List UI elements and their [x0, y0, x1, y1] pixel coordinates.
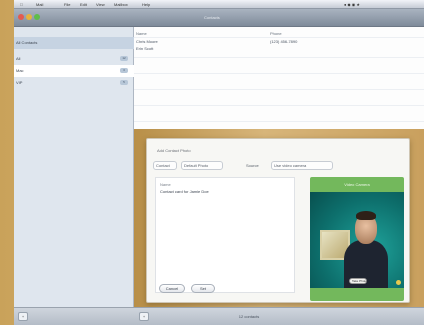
dialog-title: Add Contact Photo — [157, 148, 191, 153]
sidebar-item-label: All Contacts — [16, 40, 38, 45]
sidebar-item-all[interactable]: All 12 — [14, 53, 134, 65]
menu-item-view[interactable]: View — [96, 2, 105, 7]
menu-item-mailbox[interactable]: Mailbox — [114, 2, 128, 7]
sidebar-item-label: All — [16, 56, 21, 61]
column-header-phone[interactable]: Phone — [270, 31, 282, 36]
row-name-cell: Chris Moore — [136, 39, 158, 44]
status-icons: ● ◆ ◉ ★ — [344, 2, 360, 7]
row-divider — [134, 89, 424, 90]
tab-default-photo[interactable]: Default Photo — [181, 161, 223, 170]
sidebar-item-mac[interactable]: Mac 3 — [14, 65, 134, 77]
tab-source[interactable]: Source — [243, 161, 265, 170]
tab-video-camera[interactable]: Use video camera — [271, 161, 333, 170]
menu-item-help[interactable]: Help — [142, 2, 150, 7]
sidebar-count-badge: 5 — [120, 80, 128, 85]
minimize-button[interactable] — [26, 14, 32, 20]
camera-preview: Take Photo — [310, 192, 404, 288]
add-group-button[interactable]: + — [18, 312, 28, 321]
contacts-window: Contacts All Contacts All 12 Mac 3 VIP 5… — [14, 9, 424, 325]
video-panel-header: Video Camera — [344, 182, 370, 187]
menu-item-edit[interactable]: Edit — [80, 2, 87, 7]
take-photo-label: Take Photo — [352, 279, 368, 283]
set-button[interactable]: Set — [191, 284, 215, 293]
photo-stage: Add Contact Photo Contact Default Photo … — [134, 129, 424, 307]
camera-effect-icon[interactable] — [396, 280, 401, 285]
sidebar-item-vip[interactable]: VIP 5 — [14, 77, 134, 89]
video-camera-panel: Video Camera Take Photo — [310, 177, 404, 301]
sidebar-count-badge: 3 — [120, 68, 128, 73]
person-hair-image — [356, 211, 376, 220]
contact-name-field[interactable]: Contact card for Jamie Doe — [160, 189, 280, 194]
sidebar-item-label: VIP — [16, 80, 23, 85]
column-header-name[interactable]: Name — [136, 31, 147, 36]
row-divider — [134, 37, 424, 38]
menu-bar:  Mail File Edit View Mailbox Help ● ◆ ◉… — [14, 0, 424, 9]
row-divider — [134, 57, 424, 58]
tab-contact[interactable]: Contact — [153, 161, 177, 170]
row-divider — [134, 105, 424, 106]
add-photo-dialog: Add Contact Photo Contact Default Photo … — [146, 138, 410, 303]
row-phone-cell: (123) 456-7890 — [270, 39, 298, 44]
row-name-cell: Erin Scott — [136, 46, 154, 51]
contact-field-panel: Name Contact card for Jamie Doe — [155, 177, 295, 293]
row-divider — [134, 121, 424, 122]
close-button[interactable] — [18, 14, 24, 20]
contact-list: Name Phone Chris Moore (123) 456-7890 Er… — [134, 27, 424, 129]
status-text: 12 contacts — [238, 314, 260, 319]
sidebar-item-all-contacts[interactable]: All Contacts — [14, 37, 134, 49]
cancel-button[interactable]: Cancel — [159, 284, 185, 293]
zoom-button[interactable] — [34, 14, 40, 20]
sidebar-count-badge: 12 — [120, 56, 128, 61]
window-title: Contacts — [204, 15, 220, 20]
apple-menu-icon[interactable]:  — [20, 2, 23, 7]
add-contact-button[interactable]: + — [139, 312, 149, 321]
field-caption: Name — [160, 182, 171, 187]
menu-item-app[interactable]: Mail — [36, 2, 43, 7]
sidebar-item-label: Mac — [16, 68, 24, 73]
status-bar: + + 12 contacts — [14, 307, 424, 325]
title-bar: Contacts — [14, 9, 424, 27]
menu-item-file[interactable]: File — [64, 2, 70, 7]
dialog-tab-row: Contact Default Photo Source Use video c… — [153, 161, 403, 171]
row-divider — [134, 73, 424, 74]
sidebar: All Contacts All 12 Mac 3 VIP 5 — [14, 27, 134, 307]
